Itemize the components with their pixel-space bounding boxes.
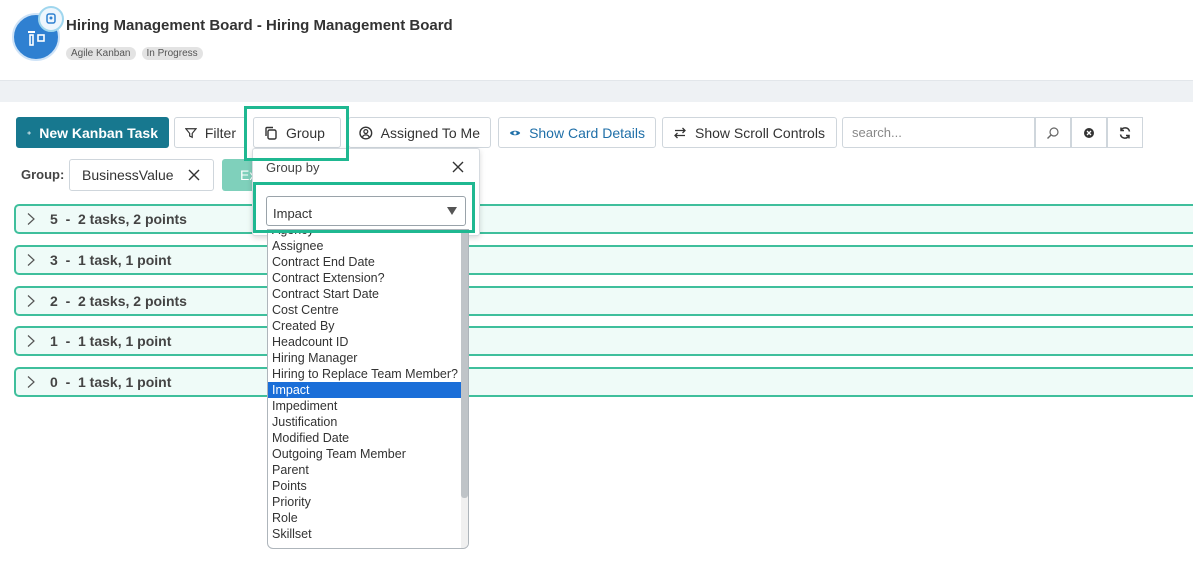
group-button[interactable]: Group xyxy=(253,117,341,148)
popup-title: Group by xyxy=(266,160,320,175)
dropdown-option[interactable]: Points xyxy=(268,478,462,494)
assigned-to-me-button[interactable]: Assigned To Me xyxy=(348,117,491,148)
group-chip-value: BusinessValue xyxy=(82,167,174,183)
group-row-label: Group: xyxy=(21,167,65,182)
search-button[interactable] xyxy=(1035,117,1071,148)
dropdown-option[interactable]: Hiring to Replace Team Member? xyxy=(268,366,462,382)
dropdown-option[interactable]: Hiring Manager xyxy=(268,350,462,366)
dropdown-option[interactable]: Priority xyxy=(268,494,462,510)
clear-search-button[interactable] xyxy=(1071,117,1107,148)
dropdown-option[interactable]: Impediment xyxy=(268,398,462,414)
show-card-details-button[interactable]: Show Card Details xyxy=(498,117,656,148)
swimlane-0[interactable]: 0 - 1 task, 1 point xyxy=(14,367,1193,397)
tag-list: Agile Kanban In Progress xyxy=(66,47,203,60)
swimlane-label: 3 - 1 task, 1 point xyxy=(50,252,172,268)
user-circle-icon xyxy=(359,125,373,140)
new-kanban-task-label: New Kanban Task xyxy=(39,124,158,141)
dropdown-option[interactable]: Cost Centre xyxy=(268,302,462,318)
swimlane-1[interactable]: 1 - 1 task, 1 point xyxy=(14,326,1193,356)
show-card-details-label: Show Card Details xyxy=(529,124,645,141)
chevron-right-icon xyxy=(27,254,35,266)
dropdown-option[interactable]: Contract Extension? xyxy=(268,270,462,286)
scrollbar-thumb[interactable] xyxy=(461,230,468,498)
swimlane-label: 0 - 1 task, 1 point xyxy=(50,374,172,390)
chevron-right-icon xyxy=(27,213,35,225)
search-input[interactable] xyxy=(842,117,1035,148)
scrollbar[interactable] xyxy=(461,230,468,548)
group-by-popup: Group by Impact xyxy=(252,148,480,236)
swimlane-label: 5 - 2 tasks, 2 points xyxy=(50,211,187,227)
dropdown-option[interactable]: Agency xyxy=(268,230,462,238)
swap-arrows-icon xyxy=(674,127,686,138)
swimlane-2[interactable]: 2 - 2 tasks, 2 points xyxy=(14,286,1193,316)
dropdown-option[interactable]: Created By xyxy=(268,318,462,334)
refresh-icon xyxy=(1119,126,1131,139)
dropdown-option[interactable]: Outgoing Team Member xyxy=(268,446,462,462)
page-header: Hiring Management Board - Hiring Managem… xyxy=(0,0,1193,80)
eye-icon xyxy=(509,130,521,135)
dropdown-option[interactable]: Justification xyxy=(268,414,462,430)
show-scroll-controls-button[interactable]: Show Scroll Controls xyxy=(662,117,837,148)
close-icon[interactable] xyxy=(451,160,465,174)
chevron-right-icon xyxy=(27,295,35,307)
filter-button[interactable]: Filter xyxy=(174,117,247,148)
dropdown-option[interactable]: Skillset xyxy=(268,526,462,542)
dropdown-option[interactable]: Assignee xyxy=(268,238,462,254)
swimlane-3[interactable]: 3 - 1 task, 1 point xyxy=(14,245,1193,275)
group-by-options-list[interactable]: Agency Assignee Contract End Date Contract … xyxy=(267,229,469,549)
swimlane-label: 1 - 1 task, 1 point xyxy=(50,333,172,349)
tag-status: In Progress xyxy=(141,47,203,60)
refresh-button[interactable] xyxy=(1107,117,1143,148)
group-by-select[interactable]: Impact xyxy=(266,196,466,226)
new-kanban-task-button[interactable]: New Kanban Task xyxy=(16,117,169,148)
copy-group-icon xyxy=(265,126,277,140)
dropdown-option[interactable]: Role xyxy=(268,510,462,526)
close-icon[interactable] xyxy=(187,168,201,182)
swimlane-5[interactable]: 5 - 2 tasks, 2 points xyxy=(14,204,1193,234)
badge-icon[interactable] xyxy=(38,6,64,32)
search-icon xyxy=(1047,126,1059,139)
group-label: Group xyxy=(286,124,325,141)
dropdown-arrow-icon xyxy=(447,207,457,215)
group-chip: BusinessValue xyxy=(69,159,214,191)
swimlane-label: 2 - 2 tasks, 2 points xyxy=(50,293,187,309)
assigned-to-me-label: Assigned To Me xyxy=(380,124,480,141)
dropdown-option[interactable]: Contract Start Date xyxy=(268,286,462,302)
chevron-right-icon xyxy=(27,335,35,347)
clear-circle-icon xyxy=(1084,127,1094,138)
page-title: Hiring Management Board - Hiring Managem… xyxy=(66,17,453,34)
filter-icon xyxy=(185,127,197,138)
dropdown-option[interactable]: Modified Date xyxy=(268,430,462,446)
chevron-right-icon xyxy=(27,376,35,388)
show-scroll-controls-label: Show Scroll Controls xyxy=(695,124,825,141)
dropdown-option[interactable]: Impact xyxy=(268,382,462,398)
tag-methodology: Agile Kanban xyxy=(66,47,136,60)
header-divider-band xyxy=(0,80,1193,102)
dropdown-option[interactable]: Headcount ID xyxy=(268,334,462,350)
dropdown-option[interactable]: Contract End Date xyxy=(268,254,462,270)
group-by-select-value: Impact xyxy=(273,206,313,221)
dropdown-option[interactable]: Parent xyxy=(268,462,462,478)
kanban-board-icon xyxy=(28,31,45,46)
filter-label: Filter xyxy=(204,124,236,141)
plus-icon xyxy=(27,130,31,135)
